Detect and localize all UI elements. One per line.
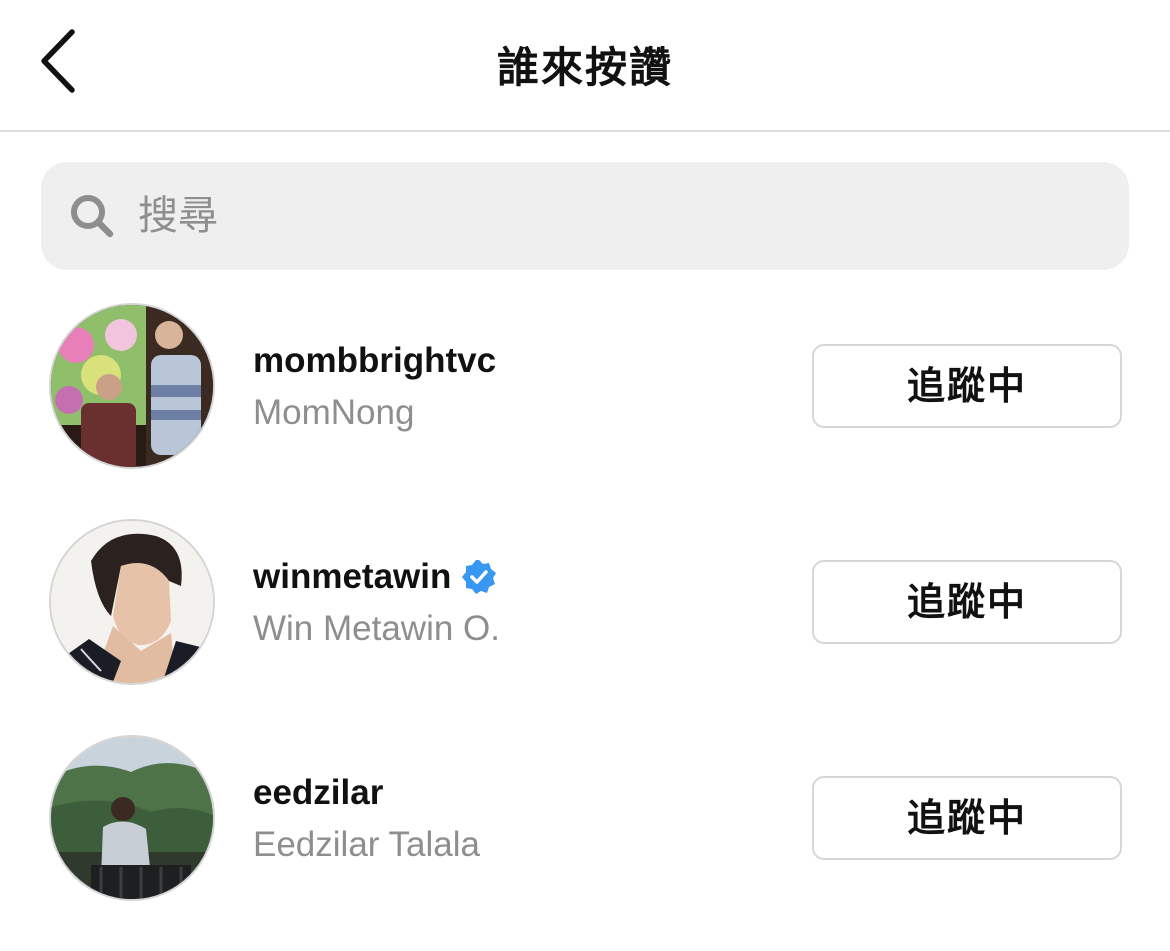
username[interactable]: winmetawin (253, 555, 497, 599)
search-input[interactable] (138, 186, 1038, 246)
top-bar: 誰來按讚 (0, 0, 1170, 132)
following-button[interactable]: 追蹤中 (812, 776, 1122, 860)
list-item[interactable]: winmetawin Win Metawin O. 追蹤中 (0, 519, 1170, 735)
username[interactable]: mombbrightvc (253, 339, 496, 383)
search-icon (71, 195, 114, 238)
full-name: Win Metawin O. (253, 609, 500, 648)
verified-badge-icon (462, 560, 497, 594)
search-bar[interactable] (41, 162, 1129, 270)
full-name: Eedzilar Talala (253, 825, 480, 864)
avatar[interactable] (49, 303, 215, 469)
page-title: 誰來按讚 (496, 43, 673, 92)
following-button[interactable]: 追蹤中 (812, 560, 1122, 644)
list-item[interactable]: mombbrightvc MomNong 追蹤中 (0, 303, 1170, 519)
avatar[interactable] (49, 735, 215, 901)
username[interactable]: eedzilar (253, 771, 383, 815)
list-item[interactable]: eedzilar Eedzilar Talala 追蹤中 (0, 735, 1170, 951)
username-text: eedzilar (253, 773, 384, 812)
username-text: winmetawin (253, 557, 452, 596)
username-text: mombbrightvc (253, 341, 497, 380)
full-name: MomNong (253, 393, 415, 432)
following-button[interactable]: 追蹤中 (812, 344, 1122, 428)
avatar[interactable] (49, 519, 215, 685)
